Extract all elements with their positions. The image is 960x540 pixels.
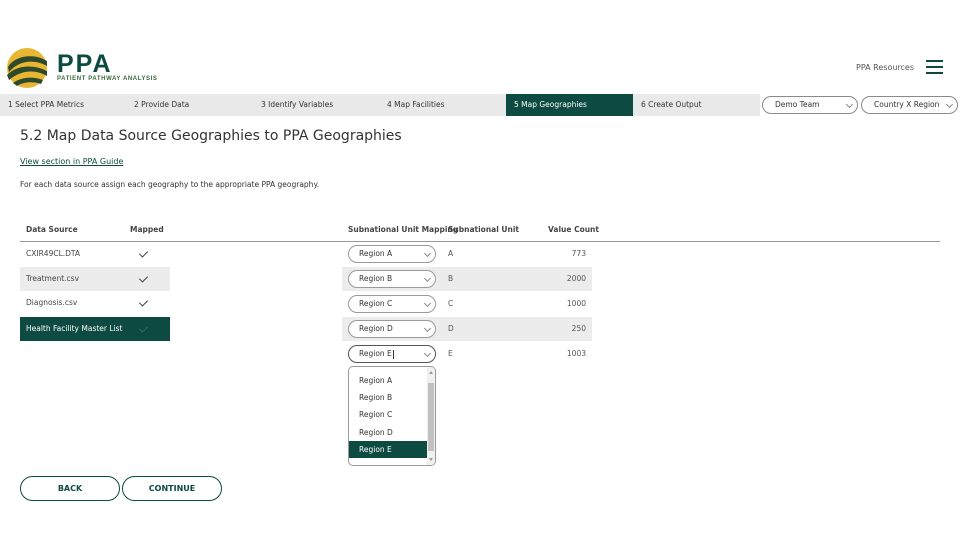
region-mapping-value: Region E <box>359 349 392 358</box>
data-source-name: Treatment.csv <box>26 274 80 283</box>
step-provide-data[interactable]: 2 Provide Data <box>126 94 253 116</box>
step-map-geographies[interactable]: 5 Map Geographies <box>506 94 633 116</box>
geography-row: Region A A 773 <box>342 242 592 266</box>
step-map-facilities[interactable]: 4 Map Facilities <box>379 94 506 116</box>
step-select-metrics[interactable]: 1 Select PPA Metrics <box>0 94 126 116</box>
region-mapping-select[interactable]: Region A <box>348 245 436 263</box>
continue-button[interactable]: CONTINUE <box>122 476 222 501</box>
ppa-logo <box>7 48 47 88</box>
team-select-value: Demo Team <box>775 100 820 109</box>
page-title: 5.2 Map Data Source Geographies to PPA G… <box>20 128 402 144</box>
chevron-down-icon <box>423 349 432 358</box>
brand-name: PPA <box>57 50 113 78</box>
text-cursor <box>392 349 394 359</box>
header-subnational-unit-mapping: Subnational Unit Mapping <box>348 225 459 234</box>
chevron-down-icon <box>945 100 954 109</box>
scroll-down-arrow-icon[interactable] <box>429 458 433 461</box>
value-count: 2000 <box>566 274 586 283</box>
chevron-down-icon <box>423 249 432 258</box>
step-create-output[interactable]: 6 Create Output <box>633 94 760 116</box>
dropdown-option[interactable]: Region C <box>349 406 428 423</box>
checkmark-icon <box>138 248 149 258</box>
value-count: 1000 <box>566 299 586 308</box>
region-mapping-select[interactable]: Region D <box>348 320 436 338</box>
data-source-name: Diagnosis.csv <box>26 298 78 307</box>
subnational-unit: A <box>448 249 454 258</box>
value-count: 250 <box>571 324 586 333</box>
back-button[interactable]: BACK <box>20 476 120 501</box>
data-source-name: CXIR49CL.DTA <box>26 249 81 258</box>
region-mapping-select[interactable]: Region B <box>348 270 436 288</box>
header-value-count: Value Count <box>548 225 599 234</box>
chevron-down-icon <box>423 324 432 333</box>
dropdown-scrollbar[interactable] <box>427 367 435 465</box>
data-source-row[interactable]: CXIR49CL.DTA <box>20 242 170 266</box>
header-data-source: Data Source <box>26 225 78 234</box>
checkmark-icon <box>138 273 149 283</box>
dropdown-option-highlighted[interactable]: Region E <box>349 441 428 458</box>
ppa-resources-link[interactable]: PPA Resources <box>856 63 914 72</box>
country-region-select[interactable]: Country X Region <box>861 96 958 114</box>
hamburger-menu-icon[interactable] <box>926 60 943 75</box>
scrollbar-thumb[interactable] <box>428 383 434 451</box>
region-mapping-value: Region A <box>359 249 393 258</box>
geography-row: Region D D 250 <box>342 317 592 341</box>
header-subnational-unit: Subnational Unit <box>448 225 519 234</box>
data-source-row-selected[interactable]: Health Facility Master List <box>20 317 170 341</box>
geography-row: Region E E 1003 <box>342 342 592 366</box>
dropdown-option[interactable]: Region D <box>349 424 428 441</box>
geography-row: Region B B 2000 <box>342 267 592 291</box>
subnational-unit: C <box>448 299 454 308</box>
chevron-down-icon <box>845 100 854 109</box>
header-mapped: Mapped <box>130 225 164 234</box>
brand-subtitle: PATIENT PATHWAY ANALYSIS <box>57 76 158 82</box>
value-count: 773 <box>571 249 586 258</box>
dropdown-option[interactable]: Region A <box>349 372 428 389</box>
data-source-row[interactable]: Diagnosis.csv <box>20 291 170 315</box>
checkmark-icon <box>138 297 149 307</box>
chevron-down-icon <box>423 299 432 308</box>
chevron-down-icon <box>423 274 432 283</box>
geography-row: Region C C 1000 <box>342 292 592 316</box>
region-mapping-value: Region C <box>359 299 393 308</box>
checkmark-icon <box>138 323 149 333</box>
region-mapping-value: Region B <box>359 274 393 283</box>
subnational-unit: B <box>448 274 454 283</box>
subnational-unit: D <box>448 324 454 333</box>
country-region-value: Country X Region <box>874 100 940 109</box>
scroll-up-arrow-icon[interactable] <box>429 371 433 374</box>
data-source-row[interactable]: Treatment.csv <box>20 267 170 291</box>
subnational-unit: E <box>448 349 453 358</box>
region-mapping-select[interactable]: Region C <box>348 295 436 313</box>
region-dropdown-list: Region A Region B Region C Region D Regi… <box>348 366 436 466</box>
guide-link[interactable]: View section in PPA Guide <box>20 157 123 166</box>
value-count: 1003 <box>566 349 586 358</box>
region-mapping-value: Region D <box>359 324 393 333</box>
team-select[interactable]: Demo Team <box>762 96 858 114</box>
dropdown-option[interactable]: Region B <box>349 389 428 406</box>
step-identify-variables[interactable]: 3 Identify Variables <box>253 94 379 116</box>
data-source-name: Health Facility Master List <box>26 324 123 333</box>
instructions-text: For each data source assign each geograp… <box>20 180 320 189</box>
wizard-steps: 1 Select PPA Metrics 2 Provide Data 3 Id… <box>0 94 760 116</box>
region-mapping-select-open[interactable]: Region E <box>348 345 436 363</box>
